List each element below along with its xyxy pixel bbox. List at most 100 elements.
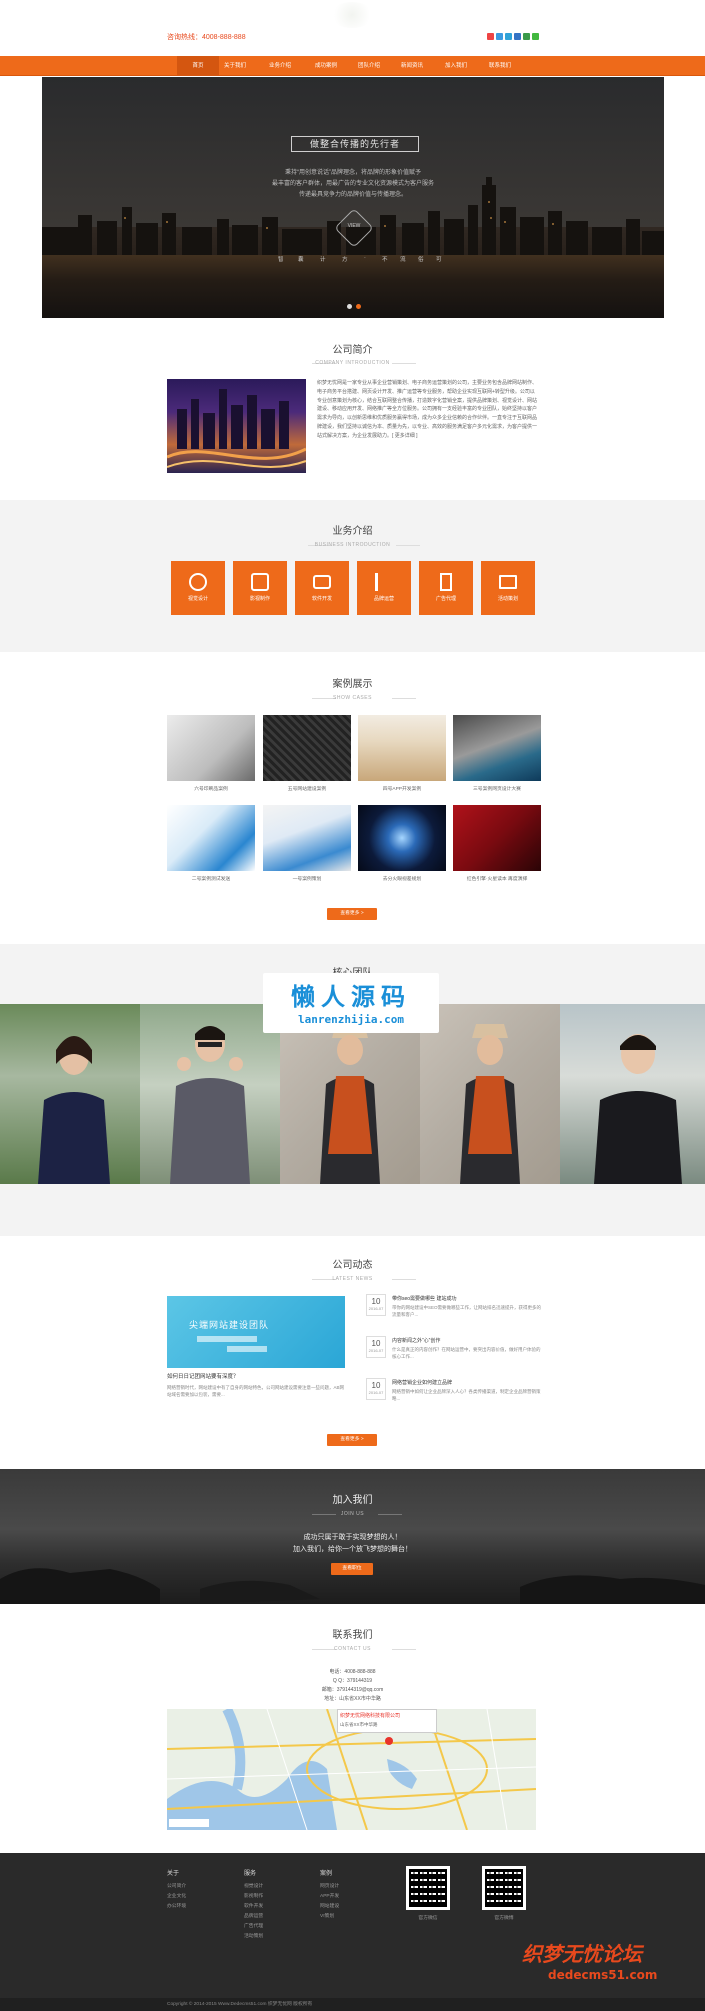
banner-sub-8: 俗 [418, 257, 428, 263]
news-subtitle: LATEST NEWS [332, 1276, 373, 1282]
case-image [263, 715, 351, 781]
nav-cases[interactable]: 成功案例 [305, 56, 347, 76]
news-month: 2016-07 [368, 1390, 384, 1395]
join-subtitle: JOIN US [340, 1511, 365, 1517]
news-more-button[interactable]: 查看更多 > [327, 1434, 377, 1446]
contact-subtitle: CONTACT US [333, 1646, 372, 1652]
contact-address: 地址：山东省XX市中华路 [324, 1696, 381, 1702]
hero-banner[interactable]: 做整合传播的先行者 秉持“用创意说话”品牌理念，将品牌的形象价值赋予 最丰富的客… [42, 77, 664, 318]
case-label: 去分火眼视差规划 [382, 877, 422, 882]
cases-more-button[interactable]: 查看更多 > [327, 908, 377, 920]
intro-text: 织梦无忧网是一家专业从事企业营销策划、电子商务运营策划的公司，主要业务包含品牌网… [317, 380, 538, 439]
service-events[interactable]: 活动策划 [481, 561, 535, 615]
footer-link[interactable]: 网站建设 [320, 1902, 339, 1909]
news-headline[interactable]: 带你seo需要做哪些 建站成功 [392, 1295, 542, 1302]
map-popup: 织梦无忧网络科技有限公司 山东省XX市中华路 [337, 1709, 437, 1733]
team-member-photo[interactable] [560, 1004, 705, 1184]
wechat-icon[interactable] [532, 33, 539, 40]
banner-line-3: 传递最具竞争力的品牌价值与传播理念。 [298, 192, 407, 198]
qr-code-wechat [406, 1866, 450, 1910]
nav-news[interactable]: 新闻资讯 [391, 56, 433, 76]
location-map[interactable]: 织梦无忧网络科技有限公司 山东省XX市中华路 [167, 1709, 536, 1830]
nav-services[interactable]: 业务介绍 [259, 56, 301, 76]
case-image [453, 715, 541, 781]
banner-title: 做整合传播的先行者 [291, 136, 419, 152]
join-line-2: 加入我们，给你一个放飞梦想的舞台！ [293, 1546, 412, 1553]
news-featured-image[interactable]: 尖端网站建设团队 [167, 1296, 345, 1368]
book-icon [499, 575, 517, 589]
footer-link[interactable]: 软件开发 [244, 1902, 263, 1909]
logo[interactable] [330, 2, 374, 28]
watermark-box: 懒人源码 lanrenzhijia.com [263, 973, 439, 1033]
weibo-icon[interactable] [487, 33, 494, 40]
service-label: 广告代理 [435, 596, 456, 602]
service-label: 软件开发 [311, 596, 332, 602]
contact-qq: Q Q：379144319 [332, 1678, 373, 1684]
renren-icon[interactable] [514, 33, 521, 40]
footer-link[interactable]: VI策划 [320, 1912, 334, 1919]
tencent-icon[interactable] [505, 33, 512, 40]
footer-link[interactable]: APP开发 [320, 1892, 339, 1899]
palette-icon [189, 573, 207, 591]
service-visual-design[interactable]: 视觉设计 [171, 561, 225, 615]
news-summary: 网络营销中如何让企业品牌深入人心？各类传播渠道，制定企业品牌营销策略... [392, 1389, 541, 1401]
news-date: 10 2016-07 [366, 1378, 386, 1400]
footer-link[interactable]: 公司简介 [167, 1882, 186, 1889]
intro-subtitle: COMPANY INTRODUCTION [315, 360, 390, 366]
footer-watermark-cn: 织梦无忧论坛 [522, 1942, 642, 1966]
contact-email: 邮箱：379144319@qq.com [321, 1687, 384, 1693]
nav-team[interactable]: 团队介绍 [348, 56, 390, 76]
case-label: 红色引擎·火星读本 再度演绎 [466, 877, 528, 882]
footer-link[interactable]: 活动策划 [244, 1932, 263, 1939]
slider-dot-2[interactable] [356, 304, 361, 309]
banner-water [42, 255, 664, 318]
qr-label: 官方微博 [494, 1916, 514, 1921]
video-camera-icon [251, 573, 269, 591]
cases-subtitle: SHOW CASES [333, 695, 372, 701]
nav-about[interactable]: 关于我们 [214, 56, 256, 76]
featured-news-title[interactable]: 如何日日记团网站要有深度？ [167, 1372, 239, 1380]
service-ads[interactable]: 广告代理 [419, 561, 473, 615]
services-subtitle: BUSINESS INTRODUCTION [314, 542, 391, 548]
banner-line-1: 秉持“用创意说话”品牌理念，将品牌的形象价值赋予 [285, 170, 421, 176]
view-jobs-button[interactable]: 查看职位 [331, 1563, 373, 1575]
view-label: VIEW [347, 223, 361, 229]
contact-title: 联系我们 [332, 1630, 373, 1641]
copyright: Copyright © 2014-2015 Www.Dedecms51.com … [0, 1998, 705, 2011]
service-label: 品牌运营 [373, 596, 394, 602]
footer-link[interactable]: 广告代理 [244, 1922, 263, 1929]
hotline-text: 咨询热线：4008-888-888 [167, 34, 246, 41]
intro-title: 公司简介 [332, 345, 373, 356]
team-member-photo[interactable] [0, 1004, 140, 1184]
service-brand[interactable]: 品牌运营 [357, 561, 411, 615]
service-label: 影视制作 [249, 596, 270, 602]
douban-icon[interactable] [523, 33, 530, 40]
banner-line-2: 最丰富的客户群体，用最广告的专业文化资源模式为客户服务 [271, 181, 434, 187]
service-software[interactable]: 软件开发 [295, 561, 349, 615]
news-headline[interactable]: 内容新闻之外“心”创作 [392, 1337, 542, 1344]
team-member-photo[interactable] [420, 1004, 560, 1184]
team-member-photo[interactable] [140, 1004, 280, 1184]
featured-banner-text: 尖端网站建设团队 [189, 1320, 270, 1330]
news-headline[interactable]: 网络营销企业如何建立品牌 [392, 1379, 542, 1386]
footer-link[interactable]: 网页设计 [320, 1882, 339, 1889]
nav-join[interactable]: 加入我们 [435, 56, 477, 76]
footer-link[interactable]: 办公环境 [167, 1902, 186, 1909]
intro-image [167, 379, 306, 473]
slider-dot-1[interactable] [347, 304, 352, 309]
map-logo [169, 1819, 209, 1827]
footer-link[interactable]: 企业文化 [167, 1892, 186, 1899]
nav-contact[interactable]: 联系我们 [479, 56, 521, 76]
contact-phone: 电话：4008-888-888 [329, 1669, 376, 1675]
service-label: 活动策划 [497, 596, 518, 602]
footer-col-head: 关于 [167, 1871, 180, 1877]
case-label: 五号网站建设案例 [287, 787, 327, 792]
footer-link[interactable]: 视觉设计 [244, 1882, 263, 1889]
badge-icon [440, 573, 452, 591]
footer-link[interactable]: 品牌运营 [244, 1912, 263, 1919]
nav-home[interactable]: 首页 [177, 56, 219, 76]
qq-icon[interactable] [496, 33, 503, 40]
footer-link[interactable]: 影视制作 [244, 1892, 263, 1899]
service-video[interactable]: 影视制作 [233, 561, 287, 615]
monitor-icon [313, 575, 331, 589]
